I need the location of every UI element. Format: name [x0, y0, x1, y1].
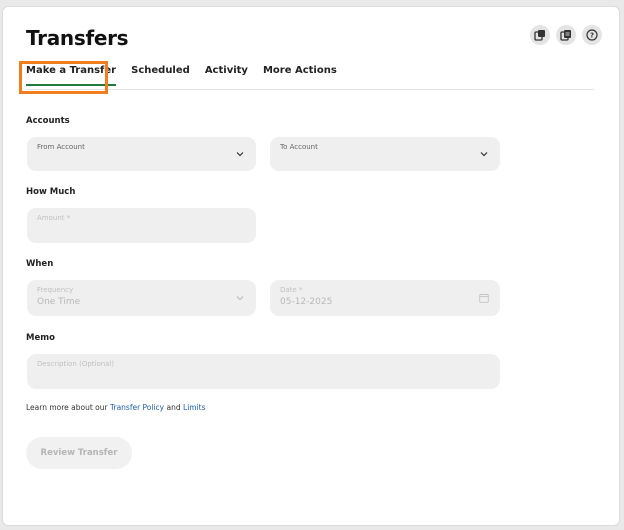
- description-label: Description (Optional): [37, 360, 115, 368]
- learn-more-prefix: Learn more about our: [26, 403, 108, 412]
- chevron-down-icon: [236, 152, 244, 157]
- tab-more-actions[interactable]: More Actions: [263, 64, 337, 86]
- to-account-select[interactable]: To Account: [270, 137, 500, 171]
- memo-section-label: Memo: [26, 333, 55, 343]
- tab-make-a-transfer[interactable]: Make a Transfer: [26, 64, 117, 86]
- to-account-label: To Account: [280, 143, 318, 151]
- svg-text:?: ?: [590, 32, 594, 40]
- review-transfer-button[interactable]: Review Transfer: [26, 437, 132, 469]
- tab-activity[interactable]: Activity: [205, 64, 248, 86]
- frequency-select[interactable]: Frequency One Time: [27, 280, 256, 316]
- from-account-label: From Account: [37, 143, 85, 151]
- accounts-icon[interactable]: [530, 25, 550, 45]
- limits-link[interactable]: Limits: [183, 403, 206, 412]
- transfer-policy-link[interactable]: Transfer Policy: [110, 403, 164, 412]
- amount-field[interactable]: Amount *: [27, 208, 256, 243]
- header-icon-group: ?: [530, 25, 602, 45]
- frequency-label: Frequency: [37, 286, 74, 294]
- amount-label: Amount *: [37, 214, 71, 222]
- accounts-section-label: Accounts: [26, 116, 70, 126]
- tab-scheduled[interactable]: Scheduled: [131, 64, 190, 86]
- chevron-down-icon: [480, 152, 488, 157]
- chevron-down-icon: [236, 296, 244, 301]
- help-icon[interactable]: ?: [582, 25, 602, 45]
- date-label: Date *: [280, 286, 303, 294]
- statements-icon[interactable]: [556, 25, 576, 45]
- date-value: 05-12-2025: [280, 297, 333, 307]
- frequency-value: One Time: [37, 297, 81, 307]
- learn-more-text: Learn more about our Transfer Policy and…: [26, 403, 206, 412]
- transfer-tabs: Make a Transfer Scheduled Activity More …: [26, 64, 594, 90]
- calendar-icon[interactable]: [479, 293, 489, 303]
- page-title: Transfers: [26, 26, 129, 50]
- date-field[interactable]: Date * 05-12-2025: [270, 280, 500, 316]
- learn-more-and: and: [166, 403, 181, 412]
- from-account-select[interactable]: From Account: [27, 137, 256, 171]
- how-much-section-label: How Much: [26, 187, 76, 197]
- when-section-label: When: [26, 259, 54, 269]
- description-field[interactable]: Description (Optional): [27, 354, 500, 389]
